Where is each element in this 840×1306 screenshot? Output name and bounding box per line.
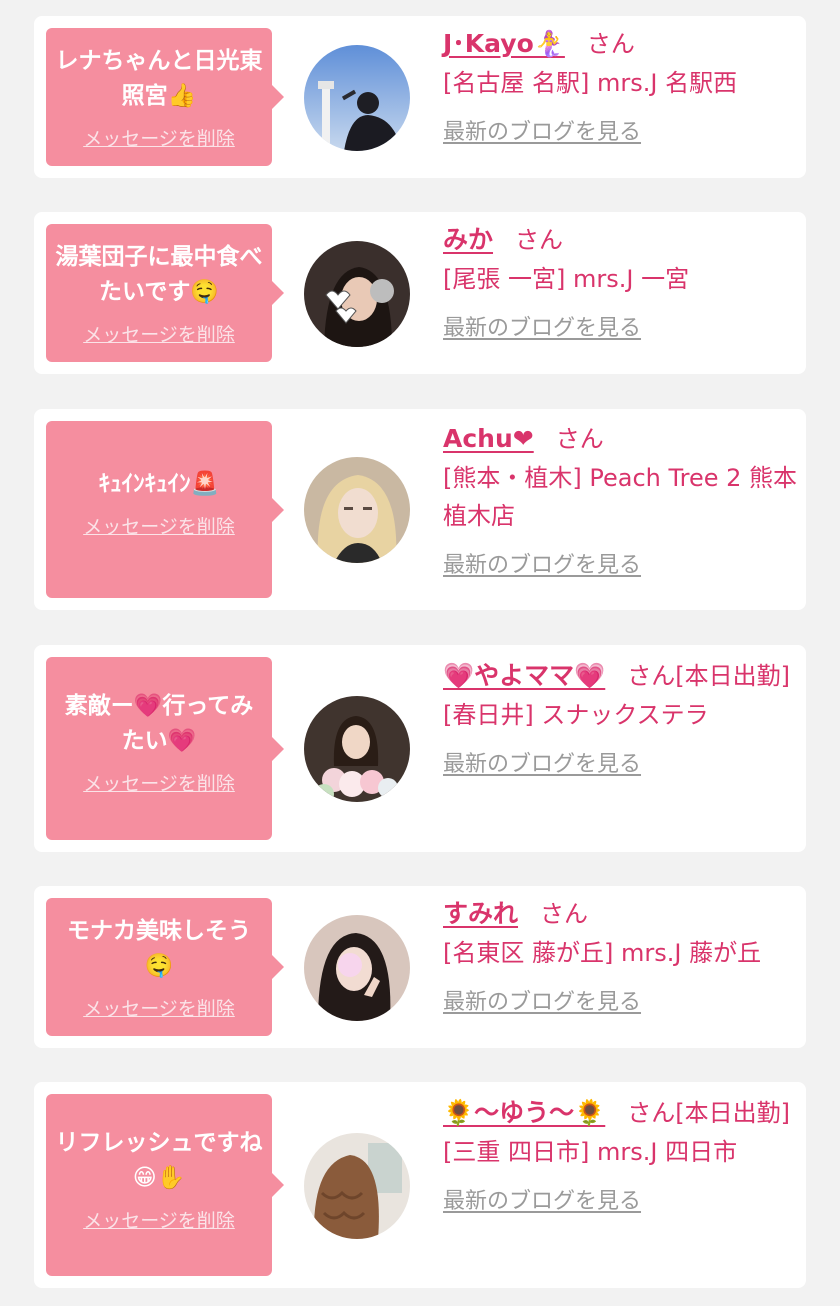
shop-text: [春日井] スナックステラ: [443, 701, 709, 729]
message-bubble: ｷｭｲﾝｷｭｲﾝ🚨 メッセージを削除: [46, 421, 284, 598]
cast-name-link[interactable]: 💗やよママ💗: [443, 661, 605, 690]
avatar[interactable]: [304, 241, 410, 347]
message-text: 素敵ー💗行ってみたい💗: [64, 693, 254, 754]
delete-message-link[interactable]: メッセージを削除: [54, 320, 264, 347]
delete-message-link[interactable]: メッセージを削除: [54, 512, 264, 539]
latest-blog-link[interactable]: 最新のブログを見る: [443, 547, 641, 579]
shop-text: [三重 四日市] mrs.J 四日市: [443, 1138, 738, 1166]
message-text: ｷｭｲﾝｷｭｲﾝ🚨: [98, 471, 220, 497]
latest-blog-link[interactable]: 最新のブログを見る: [443, 1183, 641, 1215]
message-text: リフレッシュですね😁✋: [55, 1130, 263, 1191]
cast-info: 🌻〜ゆう〜🌻 さん[本日出勤] [三重 四日市] mrs.J 四日市 最新のブログ…: [443, 1095, 798, 1215]
message-text: 湯葉団子に最中食べたいです🤤: [55, 244, 263, 305]
working-today-badge: [本日出勤]: [675, 662, 790, 690]
honorific: さん: [555, 425, 604, 453]
message-card: 素敵ー💗行ってみたい💗 メッセージを削除 💗やよママ💗 さん[本日出勤] [春日井…: [34, 645, 806, 852]
honorific: さん: [515, 226, 564, 254]
avatar[interactable]: [304, 45, 410, 151]
message-bubble: モナカ美味しそう🤤 メッセージを削除: [46, 898, 284, 1036]
message-card: モナカ美味しそう🤤 メッセージを削除 すみれ さん [名東区 藤が丘] mrs.J…: [34, 886, 806, 1048]
cast-name-link[interactable]: J･Kayo🧜‍♀️: [443, 29, 565, 58]
message-bubble: リフレッシュですね😁✋ メッセージを削除: [46, 1094, 284, 1276]
message-bubble: 湯葉団子に最中食べたいです🤤 メッセージを削除: [46, 224, 284, 362]
cast-name-link[interactable]: Achu❤︎: [443, 424, 534, 453]
cast-info: J･Kayo🧜‍♀️ さん [名古屋 名駅] mrs.J 名駅西 最新のブログを見…: [443, 26, 798, 146]
message-list: レナちゃんと日光東照宮👍 メッセージを削除 J･Kayo🧜‍♀️ さん [名古屋 …: [0, 0, 840, 1306]
cast-info: 💗やよママ💗 さん[本日出勤] [春日井] スナックステラ 最新のブログを見る: [443, 658, 798, 778]
avatar[interactable]: [304, 1133, 410, 1239]
cast-info: すみれ さん [名東区 藤が丘] mrs.J 藤が丘 最新のブログを見る: [443, 896, 798, 1016]
message-bubble: 素敵ー💗行ってみたい💗 メッセージを削除: [46, 657, 284, 840]
message-bubble: レナちゃんと日光東照宮👍 メッセージを削除: [46, 28, 284, 166]
latest-blog-link[interactable]: 最新のブログを見る: [443, 114, 641, 146]
message-card: レナちゃんと日光東照宮👍 メッセージを削除 J･Kayo🧜‍♀️ さん [名古屋 …: [34, 16, 806, 178]
honorific: さん: [586, 30, 635, 58]
honorific: さん: [627, 662, 676, 690]
avatar[interactable]: [304, 915, 410, 1021]
cast-name-link[interactable]: 🌻〜ゆう〜🌻: [443, 1098, 605, 1127]
latest-blog-link[interactable]: 最新のブログを見る: [443, 310, 641, 342]
cast-name-link[interactable]: すみれ: [443, 899, 518, 928]
honorific: さん: [627, 1099, 676, 1127]
shop-text: [尾張 一宮] mrs.J 一宮: [443, 265, 690, 293]
latest-blog-link[interactable]: 最新のブログを見る: [443, 746, 641, 778]
message-text: モナカ美味しそう🤤: [67, 918, 251, 979]
delete-message-link[interactable]: メッセージを削除: [54, 769, 264, 796]
cast-info: Achu❤︎ さん [熊本・植木] Peach Tree 2 熊本植木店 最新のブ…: [443, 421, 798, 579]
avatar[interactable]: [304, 696, 410, 802]
message-text: レナちゃんと日光東照宮👍: [55, 48, 263, 109]
shop-text: [名東区 藤が丘] mrs.J 藤が丘: [443, 939, 762, 967]
delete-message-link[interactable]: メッセージを削除: [54, 994, 264, 1021]
cast-info: みか さん [尾張 一宮] mrs.J 一宮 最新のブログを見る: [443, 222, 798, 342]
message-card: 湯葉団子に最中食べたいです🤤 メッセージを削除 みか さん [尾張 一宮] mrs…: [34, 212, 806, 374]
working-today-badge: [本日出勤]: [675, 1099, 790, 1127]
honorific: さん: [540, 900, 589, 928]
cast-name-link[interactable]: みか: [443, 225, 493, 254]
message-card: ｷｭｲﾝｷｭｲﾝ🚨 メッセージを削除 Achu❤︎ さん [熊本・植木] Peac…: [34, 409, 806, 610]
shop-text: [名古屋 名駅] mrs.J 名駅西: [443, 69, 738, 97]
delete-message-link[interactable]: メッセージを削除: [54, 124, 264, 151]
avatar[interactable]: [304, 457, 410, 563]
delete-message-link[interactable]: メッセージを削除: [54, 1206, 264, 1233]
latest-blog-link[interactable]: 最新のブログを見る: [443, 984, 641, 1016]
message-card: リフレッシュですね😁✋ メッセージを削除 🌻〜ゆう〜🌻 さん[本日出勤] [三重 …: [34, 1082, 806, 1288]
shop-text: [熊本・植木] Peach Tree 2 熊本植木店: [443, 464, 798, 530]
